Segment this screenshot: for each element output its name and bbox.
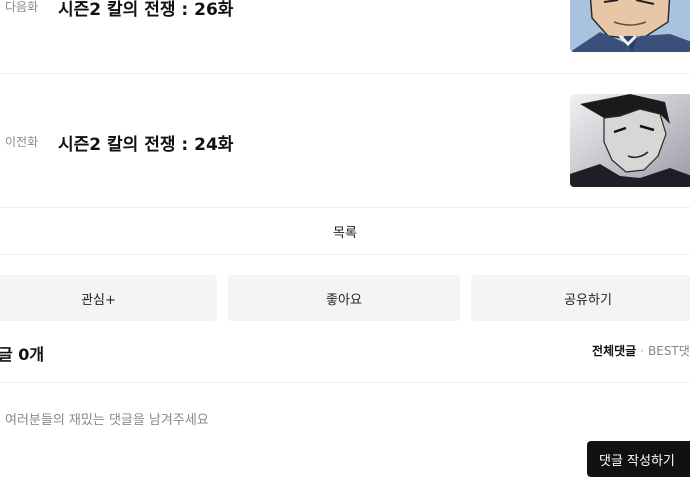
sort-separator: · <box>640 344 644 358</box>
divider <box>0 207 690 208</box>
divider <box>0 254 690 255</box>
prev-episode-label: 이전화 <box>5 135 39 149</box>
sort-all-tab[interactable]: 전체댓글 <box>592 344 636 358</box>
share-button[interactable]: 공유하기 <box>471 275 690 321</box>
divider <box>0 382 690 383</box>
next-episode-row[interactable]: 다음화 시즌2 칼의 전쟁 : 26화 <box>0 0 690 72</box>
write-comment-button[interactable]: 댓글 작성하기 <box>587 441 690 477</box>
comment-input[interactable]: 여러분들의 재밌는 댓글을 남겨주세요 <box>0 398 690 434</box>
next-episode-title[interactable]: 시즌2 칼의 전쟁 : 26화 <box>58 0 233 20</box>
prev-episode-row[interactable]: 이전화 시즌2 칼의 전쟁 : 24화 <box>0 74 690 207</box>
comment-placeholder: 여러분들의 재밌는 댓글을 남겨주세요 <box>5 413 209 428</box>
like-button[interactable]: 좋아요 <box>228 275 460 321</box>
comment-count: 글 0개 <box>0 345 45 364</box>
prev-episode-thumbnail[interactable] <box>570 94 690 187</box>
interest-button[interactable]: 관심+ <box>0 275 217 321</box>
next-episode-thumbnail[interactable] <box>570 0 690 52</box>
prev-episode-title[interactable]: 시즌2 칼의 전쟁 : 24화 <box>58 130 233 155</box>
list-button[interactable]: 목록 <box>0 209 690 253</box>
sort-best-tab[interactable]: BEST댓 <box>648 344 690 358</box>
comment-sort: 전체댓글 · BEST댓 <box>592 342 690 359</box>
next-episode-label: 다음화 <box>5 0 39 14</box>
